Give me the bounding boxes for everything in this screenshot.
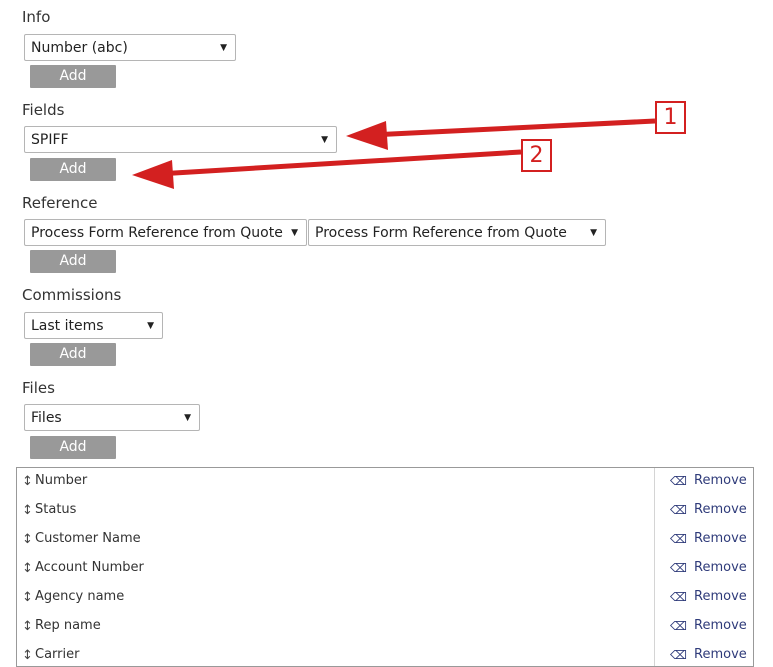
annotation-callout-1: 1: [655, 101, 686, 134]
arrow-1-head: [346, 121, 388, 150]
annotation-callout-2: 2: [521, 139, 552, 172]
arrow-1-line: [371, 118, 656, 138]
annotation-arrows: [132, 118, 656, 189]
arrow-2-line: [157, 149, 522, 177]
arrow-2-head: [132, 160, 174, 189]
